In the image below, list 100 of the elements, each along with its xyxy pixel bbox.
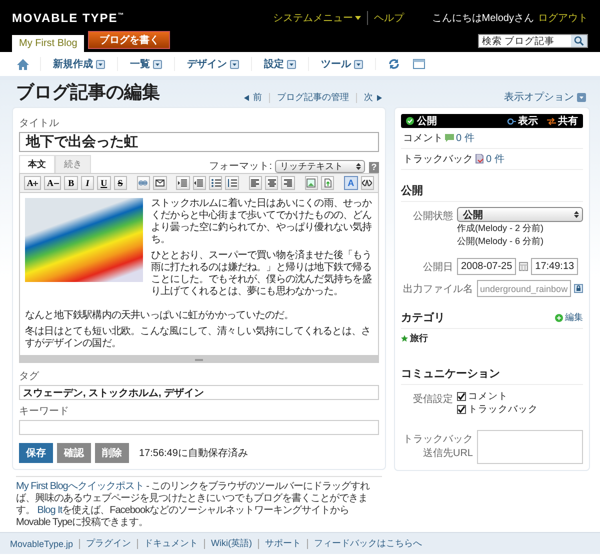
dropdown-icon — [153, 60, 162, 68]
dropdown-icon — [230, 60, 239, 68]
html-mode-button[interactable] — [360, 176, 374, 190]
write-blog-button[interactable]: ブログを書く — [88, 31, 170, 49]
checkbox[interactable] — [457, 405, 466, 414]
previous-link[interactable]: 前 — [244, 91, 262, 104]
file-name-field[interactable]: underground_rainbow — [477, 280, 571, 297]
align-left-button[interactable] — [248, 176, 262, 190]
save-button[interactable]: 保存 — [19, 443, 53, 463]
logo[interactable]: MOVABLE TYPE$^{™}$ — [12, 10, 125, 24]
trackbacks-count-link[interactable]: 0 件 — [486, 152, 504, 166]
outdent-icon — [194, 178, 204, 188]
format-button[interactable]: B — [64, 176, 78, 190]
editor-tab[interactable]: 続き — [55, 155, 91, 173]
system-menu-link[interactable]: システムメニュー — [272, 10, 361, 24]
next-link[interactable]: 次 — [364, 91, 382, 104]
upload-file-icon — [322, 178, 333, 188]
preview-button[interactable]: 確認 — [57, 443, 91, 463]
refresh-icon[interactable] — [388, 58, 400, 70]
nav-menu-item[interactable]: 一覧 — [117, 57, 174, 71]
indent-button[interactable] — [176, 176, 190, 190]
minus-icon — [54, 180, 59, 186]
date-field[interactable]: 2008-07-25 — [457, 258, 516, 275]
checkbox[interactable] — [457, 392, 466, 401]
autosave-text: 17:56:49に自動保存済み — [139, 446, 248, 460]
trackback-url-field[interactable] — [477, 430, 583, 464]
upload-file-button[interactable] — [321, 176, 334, 190]
email-button[interactable] — [153, 176, 167, 190]
nav-menu-item[interactable]: 設定 — [251, 57, 308, 71]
align-center-button[interactable] — [265, 176, 278, 190]
numbered-list-button[interactable] — [225, 176, 239, 190]
window-icon[interactable] — [413, 59, 425, 69]
view-icon — [507, 118, 516, 124]
footer-link[interactable]: プラグイン — [86, 537, 132, 550]
comment-icon — [445, 134, 454, 142]
left-triangle-icon — [244, 94, 249, 100]
format-button[interactable]: U — [97, 176, 111, 190]
logout-link[interactable]: ログアウト — [538, 10, 588, 24]
status-select[interactable]: 公開 — [457, 207, 583, 222]
comments-count-link[interactable]: 0 件 — [456, 131, 474, 145]
blog-it-link[interactable]: Blog It — [37, 505, 62, 516]
body-paragraph: ひととおり、スーパーで買い物を済ませた後「もう雨に打たれるのは嫌だね。」と帰りは地下鉄で帰ることにした。でもそれが、僕らの沈んだ気持ちを盛り上げてくれるとは、夢にも思わなかった。 — [151, 250, 373, 298]
edit-link[interactable]: 編集 — [555, 311, 583, 324]
trackback-url-label: トラックバック送信先URL — [402, 433, 473, 460]
category-item: 旅行 — [410, 332, 428, 345]
editor-body[interactable] — [19, 193, 379, 356]
quickpost-link[interactable]: My First Blogへクイックポスト — [16, 481, 144, 492]
outdent-button[interactable] — [192, 176, 206, 190]
dropdown-icon — [354, 60, 363, 68]
insert-image-icon — [306, 178, 316, 188]
title-field[interactable]: 地下で出会った虹 — [19, 132, 379, 152]
body-paragraph: なんと地下鉄駅構内の天井いっぱいに虹がかかっていたのだ。 — [25, 310, 295, 322]
plus-circle-icon — [555, 314, 563, 322]
communication-heading: コミュニケーション — [401, 363, 583, 385]
email-icon — [154, 178, 165, 188]
delete-button[interactable]: 削除 — [95, 443, 129, 463]
categories-heading: カテゴリ — [401, 311, 445, 325]
help-button[interactable]: ? — [369, 162, 379, 173]
calendar-icon[interactable] — [519, 262, 528, 271]
check-circle-icon — [406, 117, 414, 125]
format-button[interactable]: I — [80, 176, 94, 190]
help-link[interactable]: ヘルプ — [374, 10, 404, 24]
align-center-icon — [266, 178, 277, 188]
manage-entries-link[interactable]: ブログ記事の管理 — [277, 91, 349, 104]
footer-link[interactable]: MovableType.jp — [10, 538, 74, 548]
editor-tab[interactable]: 本文 — [19, 155, 55, 173]
nav-menu-item[interactable]: デザイン — [174, 57, 251, 71]
decrease-font-button[interactable]: A — [44, 176, 62, 190]
comments-label: コメント — [403, 132, 443, 145]
time-field[interactable]: 17:49:13 — [531, 258, 578, 275]
html-mode-icon — [362, 178, 372, 188]
dropdown-icon — [577, 92, 586, 102]
search-icon[interactable] — [571, 35, 587, 47]
format-button[interactable]: S — [114, 176, 127, 190]
resize-handle[interactable] — [19, 356, 379, 363]
keywords-field[interactable] — [19, 420, 379, 435]
insert-image-button[interactable] — [304, 176, 318, 190]
increase-font-button[interactable]: A — [24, 176, 42, 190]
search-field[interactable]: 検索 ブログ記事 — [478, 34, 588, 48]
right-triangle-icon — [377, 94, 382, 100]
blog-tab[interactable]: My First Blog — [12, 35, 84, 52]
body-paragraph: 冬は日はとても短い北欧。こんな風にして、清々しい気持にしてくれるとは、さすがデザインの国だ。 — [25, 326, 372, 350]
keywords-label: キーワード — [19, 405, 70, 418]
tags-field[interactable]: スウェーデン, ストックホルム, デザイン — [19, 385, 379, 400]
footer-link[interactable]: ドキュメント — [144, 537, 198, 550]
footer-link[interactable]: Wiki(英語) — [211, 537, 252, 550]
text-color-button[interactable]: A — [344, 176, 358, 190]
share-link[interactable]: 共有 — [547, 114, 578, 128]
link-icon — [138, 178, 148, 188]
bullet-list-button[interactable] — [209, 176, 222, 190]
lock-icon[interactable] — [574, 284, 583, 293]
footer-link[interactable]: フィードバックはこちらへ — [314, 537, 422, 550]
align-right-button[interactable] — [281, 176, 295, 190]
footer-link[interactable]: サポート — [265, 537, 302, 550]
nav-menu-item[interactable]: ツール — [308, 57, 375, 71]
nav-menu-item[interactable]: 新規作成 — [40, 57, 117, 71]
home-icon[interactable] — [16, 58, 30, 70]
format-select[interactable]: リッチテキスト — [275, 160, 365, 173]
display-options-link[interactable]: 表示オプション — [504, 90, 586, 104]
view-link[interactable]: 表示 — [507, 114, 538, 128]
